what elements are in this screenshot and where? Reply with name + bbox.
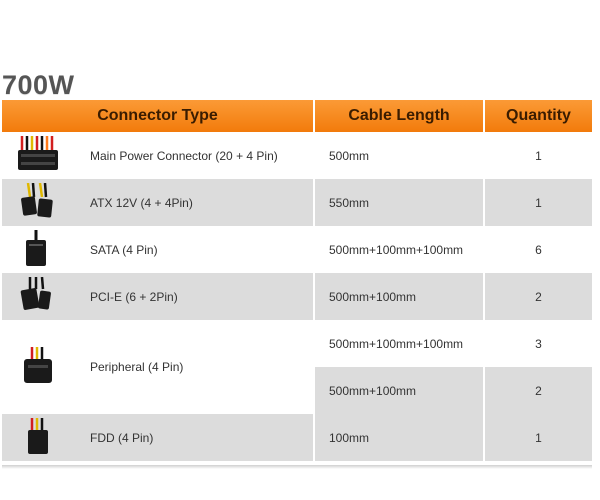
connector-label: FDD (4 Pin) [90,430,154,445]
atx-12v-connector-icon [21,182,53,217]
connector-cell: Main Power Connector (20 + 4 Pin) [2,132,315,179]
sata-connector-icon [26,229,46,266]
connector-cell: FDD (4 Pin) [2,414,315,461]
cable-length-cell: 500mm+100mm [314,367,485,414]
atx-24pin-connector-icon [18,135,58,170]
table-row: Peripheral (4 Pin) 500mm+100mm+100mm 3 [2,320,592,414]
connector-label: Main Power Connector (20 + 4 Pin) [90,148,278,163]
header-quantity: Quantity [484,100,592,132]
quantity-cell: 1 [484,132,592,179]
table-header-row: Connector Type Cable Length Quantity [2,100,592,132]
connector-label: PCI-E (6 + 2Pin) [90,289,178,304]
quantity-cell: 2 [484,367,592,414]
page-title: 700W [2,70,75,100]
connector-cell: PCI-E (6 + 2Pin) [2,273,315,320]
table-row: Main Power Connector (20 + 4 Pin) 500mm … [2,132,592,179]
quantity-cell: 1 [484,179,592,226]
cable-length-cell: 100mm [314,414,485,461]
quantity-cell: 1 [484,414,592,461]
quantity-cell: 2 [484,273,592,320]
connector-cell: Peripheral (4 Pin) [2,320,315,414]
peripheral-connector-icon [24,347,52,383]
quantity-cell: 3 [484,320,592,367]
table-row: FDD (4 Pin) 100mm 1 [2,414,592,461]
connector-label: Peripheral (4 Pin) [90,360,184,374]
cable-length-cell: 500mm+100mm+100mm [314,226,485,273]
header-connector-type: Connector Type [2,100,315,132]
connector-spec-table: Connector Type Cable Length Quantity Mai… [2,100,592,461]
header-cable-length: Cable Length [314,100,485,132]
table-row: PCI-E (6 + 2Pin) 500mm+100mm 2 [2,273,592,320]
cable-length-cell: 500mm [314,132,485,179]
cable-length-cell: 500mm+100mm [314,273,485,320]
fdd-connector-icon [28,417,48,454]
connector-label: SATA (4 Pin) [90,242,158,257]
quantity-cell: 6 [484,226,592,273]
pcie-connector-icon [20,276,51,310]
cable-length-cell: 500mm+100mm+100mm [314,320,485,367]
table-row: ATX 12V (4 + 4Pin) 550mm 1 [2,179,592,226]
table-bottom-shadow [2,465,592,469]
connector-cell: SATA (4 Pin) [2,226,315,273]
cable-length-cell: 550mm [314,179,485,226]
table-row: SATA (4 Pin) 500mm+100mm+100mm 6 [2,226,592,273]
connector-cell: ATX 12V (4 + 4Pin) [2,179,315,226]
connector-label: ATX 12V (4 + 4Pin) [90,195,193,210]
